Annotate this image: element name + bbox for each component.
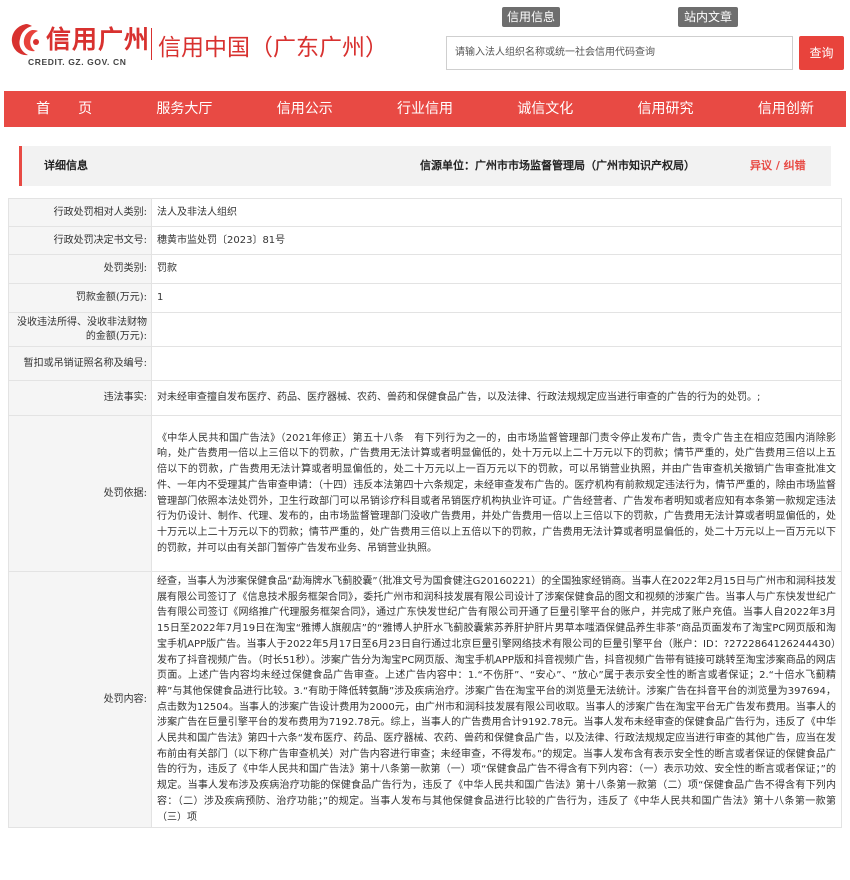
table-row: 没收违法所得、没收非法财物的金额(万元):	[8, 312, 842, 347]
field-label: 行政处罚决定书文号:	[8, 226, 152, 255]
table-row: 暂扣或吊销证照名称及编号:	[8, 346, 842, 381]
site-logo[interactable]: 信用广州 CREDIT. GZ. GOV. CN	[8, 20, 151, 72]
source-unit: 信源单位：广州市市场监督管理局（广州市知识产权局）	[420, 159, 695, 172]
field-label: 违法事实:	[8, 380, 152, 416]
table-row: 行政处罚决定书文号: 穗黄市监处罚〔2023〕81号	[8, 226, 842, 255]
field-value: 经查，当事人为涉案保健食品“勐海牌水飞蓟胶囊”（批准文号为国食健注G201602…	[151, 570, 842, 829]
field-value	[151, 312, 842, 347]
objection-correction-link[interactable]: 异议 / 纠错	[750, 146, 806, 186]
logo-subtitle: CREDIT. GZ. GOV. CN	[28, 57, 127, 67]
tab-credit-info[interactable]: 信用信息	[502, 7, 560, 27]
field-value: 《中华人民共和国广告法》（2021年修正）第五十八条 有下列行为之一的，由市场监…	[151, 415, 842, 572]
search-input[interactable]: 请输入法人组织名称或统一社会信用代码查询	[446, 36, 793, 70]
detail-title: 详细信息	[44, 159, 88, 172]
field-label: 行政处罚相对人类别:	[8, 198, 152, 227]
penalty-detail-table: 行政处罚相对人类别: 法人及非法人组织 行政处罚决定书文号: 穗黄市监处罚〔20…	[8, 198, 842, 829]
nav-item-industry-credit[interactable]: 行业信用	[365, 91, 485, 127]
search-button[interactable]: 查询	[799, 36, 844, 70]
credit-logo-icon	[11, 24, 39, 56]
field-label: 处罚类别:	[8, 254, 152, 284]
table-row: 处罚类别: 罚款	[8, 254, 842, 284]
table-row: 违法事实: 对未经审查擅自发布医疗、药品、医疗器械、农药、兽药和保健食品广告，以…	[8, 380, 842, 416]
field-value: 对未经审查擅自发布医疗、药品、医疗器械、农药、兽药和保健食品广告，以及法律、行政…	[151, 380, 842, 416]
table-row: 行政处罚相对人类别: 法人及非法人组织	[8, 198, 842, 227]
logo-text: 信用广州	[46, 25, 151, 54]
logo-divider	[151, 28, 152, 60]
field-value: 罚款	[151, 254, 842, 284]
tab-site-articles[interactable]: 站内文章	[678, 7, 738, 27]
nav-item-service-hall[interactable]: 服务大厅	[124, 91, 244, 127]
site-header: 信用广州 CREDIT. GZ. GOV. CN 信用中国（广东广州） 信用信息…	[0, 0, 850, 90]
nav-item-credit-innovation[interactable]: 信用创新	[726, 91, 846, 127]
table-row: 罚款金额(万元): 1	[8, 283, 842, 313]
nav-item-integrity-culture[interactable]: 诚信文化	[485, 91, 605, 127]
field-label: 没收违法所得、没收非法财物的金额(万元):	[8, 312, 152, 347]
nav-item-credit-research[interactable]: 信用研究	[605, 91, 725, 127]
field-label: 暂扣或吊销证照名称及编号:	[8, 346, 152, 381]
field-label: 处罚内容:	[8, 570, 152, 829]
field-label: 处罚依据:	[8, 415, 152, 572]
table-row: 处罚内容: 经查，当事人为涉案保健食品“勐海牌水飞蓟胶囊”（批准文号为国食健注G…	[8, 570, 842, 829]
field-label: 罚款金额(万元):	[8, 283, 152, 313]
field-value: 1	[151, 283, 842, 313]
main-nav: 首 页 服务大厅 信用公示 行业信用 诚信文化 信用研究 信用创新	[4, 91, 846, 127]
field-value	[151, 346, 842, 381]
nav-item-home[interactable]: 首 页	[4, 91, 124, 127]
site-title: 信用中国（广东广州）	[158, 35, 388, 61]
detail-source-bar: 详细信息 信源单位：广州市市场监督管理局（广州市知识产权局） 异议 / 纠错	[19, 146, 831, 186]
field-value: 法人及非法人组织	[151, 198, 842, 227]
table-row: 处罚依据: 《中华人民共和国广告法》（2021年修正）第五十八条 有下列行为之一…	[8, 415, 842, 572]
field-value: 穗黄市监处罚〔2023〕81号	[151, 226, 842, 255]
nav-item-credit-publicity[interactable]: 信用公示	[245, 91, 365, 127]
